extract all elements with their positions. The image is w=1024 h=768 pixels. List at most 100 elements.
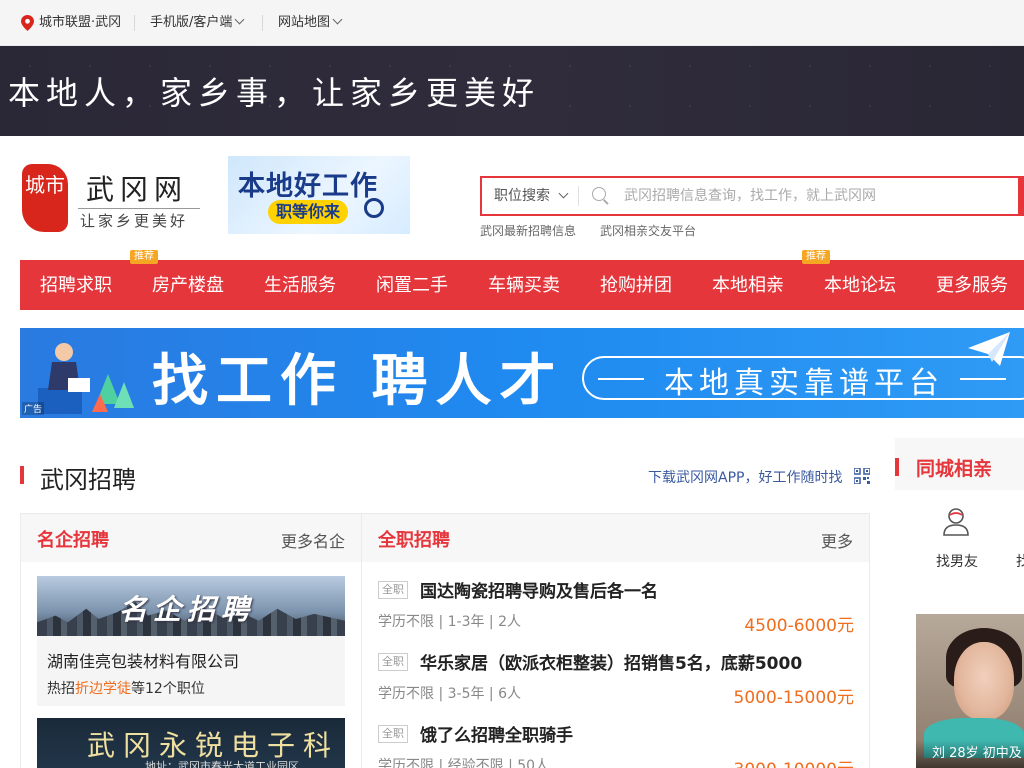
company-hot-jobs: 热招折边学徒等12个职位 [47, 678, 205, 698]
mobile-client-link[interactable]: 手机版/客户端 [150, 0, 245, 46]
nav-item-label: 本地论坛 [824, 275, 896, 296]
find-boyfriend-icon[interactable] [940, 505, 972, 537]
mobile-client-label: 手机版/客户端 [150, 15, 233, 30]
more-companies-link[interactable]: 更多名企 [281, 528, 345, 552]
find-girlfriend-link[interactable]: 找 [1016, 551, 1024, 571]
company-card-image-text: 名企招聘 [119, 593, 256, 626]
section-accent-bar [895, 458, 899, 476]
nav-item-dating[interactable]: 本地相亲 推荐 [712, 250, 830, 310]
ad-headline: 找工作 聘人才 [152, 349, 564, 414]
nav-item-label: 招聘求职 [40, 275, 112, 296]
job-ad-title: 本地好工作 [238, 171, 378, 202]
main-nav: 招聘求职 推荐 房产楼盘 生活服务 闲置二手 车辆买卖 抢购拼团 本地相亲 推荐 本… [20, 250, 1024, 310]
sitemap-link[interactable]: 网站地图 [278, 0, 343, 46]
search-box: 职位搜索 [480, 176, 1020, 216]
nav-item-vehicles[interactable]: 车辆买卖 [488, 260, 560, 310]
panel-header: 名企招聘 更多名企 [21, 514, 361, 562]
nav-item-housing[interactable]: 房产楼盘 [152, 260, 224, 310]
more-jobs-link[interactable]: 更多 [821, 528, 853, 552]
recruitment-ad-banner[interactable]: 找工作 聘人才 本地真实靠谱平台 广告 [20, 328, 1024, 418]
panel-title: 全职招聘 [378, 530, 450, 551]
hot-link-dating[interactable]: 武冈相亲交友平台 [600, 222, 696, 239]
hot-suffix: 等12个职位 [131, 681, 205, 697]
job-title[interactable]: 国达陶瓷招聘导购及售后各一名 [420, 577, 658, 602]
panel-header: 全职招聘 更多 [362, 514, 869, 562]
chevron-down-icon [234, 14, 245, 25]
company-card-2[interactable]: 武冈永锐电子科 地址：武冈市春光大道工业园区…… [37, 718, 345, 768]
panel-title: 名企招聘 [37, 530, 109, 551]
job-ad-banner[interactable]: 本地好工作 职等你来 [228, 156, 410, 234]
chevron-down-icon [332, 14, 343, 25]
nav-item-label: 本地相亲 [712, 275, 784, 296]
job-salary: 3000-10000元 [734, 755, 854, 768]
illustration-person-icon [38, 343, 134, 414]
hot-prefix: 热招 [47, 681, 75, 697]
ad-pill-text: 本地真实靠谱平台 [664, 366, 944, 401]
hot-job-link[interactable]: 折边学徒 [75, 681, 131, 697]
job-meta: 学历不限 | 1-3年 | 2人 [378, 614, 522, 630]
slogan-banner: 本地人，家乡事，让家乡更美好 [0, 46, 1024, 136]
search-button[interactable] [1018, 176, 1024, 216]
divider [598, 378, 644, 380]
ad-label: 广告 [22, 402, 45, 415]
nav-item-forum[interactable]: 本地论坛 [824, 260, 896, 310]
search-category-select[interactable]: 职位搜索 [494, 178, 569, 214]
company-name[interactable]: 湖南佳亮包装材料有限公司 [47, 648, 239, 672]
job-list-item[interactable]: 全职 饿了么招聘全职骑手 学历不限 | 经验不限 | 50人 3000-1000… [378, 721, 854, 768]
divider [578, 186, 579, 206]
city-alliance-link[interactable]: 城市联盟·武冈 [39, 0, 121, 46]
profile-caption: 刘 28岁 初中及 [932, 746, 1022, 761]
job-type-tag: 全职 [378, 581, 408, 599]
job-type-tag: 全职 [378, 725, 408, 743]
search-category-label: 职位搜索 [494, 188, 550, 204]
section-accent-bar [20, 466, 24, 484]
top-bar: 城市联盟·武冈 手机版/客户端 网站地图 [0, 0, 1024, 46]
nav-item-secondhand[interactable]: 闲置二手 [376, 260, 448, 310]
find-boyfriend-link[interactable]: 找男友 [936, 551, 978, 571]
site-logo-mark[interactable]: 城市 [22, 164, 68, 232]
site-logo-tagline: 让家乡更美好 [80, 212, 189, 230]
job-list-item[interactable]: 全职 国达陶瓷招聘导购及售后各一名 学历不限 | 1-3年 | 2人 4500-… [378, 577, 854, 639]
job-salary: 5000-15000元 [733, 688, 854, 708]
search-input[interactable] [624, 178, 1014, 214]
qr-code-icon[interactable] [854, 468, 870, 484]
company-card[interactable]: 名企招聘 湖南佳亮包装材料有限公司 热招折边学徒等12个职位 [37, 576, 345, 706]
job-ad-subtitle: 职等你来 [268, 200, 349, 224]
nav-item-label: 闲置二手 [376, 275, 448, 296]
famous-companies-panel: 名企招聘 更多名企 名企招聘 湖南佳亮包装材料有限公司 热招折边学徒等12个职位… [20, 513, 362, 768]
nav-item-label: 抢购拼团 [600, 275, 672, 296]
job-title[interactable]: 华乐家居（欧派衣柜整装）招销售5名，底薪5000 [420, 649, 802, 674]
nav-item-more[interactable]: 更多服务 [936, 260, 1008, 310]
fulltime-jobs-panel: 全职招聘 更多 全职 国达陶瓷招聘导购及售后各一名 学历不限 | 1-3年 | … [361, 513, 870, 768]
paper-plane-icon [968, 332, 1010, 366]
job-type-tag: 全职 [378, 653, 408, 671]
nav-item-label: 房产楼盘 [152, 275, 224, 296]
dating-title[interactable]: 同城相亲 [916, 454, 992, 481]
dating-profile-photo[interactable]: 刘 28岁 初中及 [916, 614, 1024, 768]
download-app-link[interactable]: 下载武冈网APP，好工作随时找 [648, 467, 842, 487]
sitemap-label: 网站地图 [278, 15, 331, 30]
nav-item-jobs[interactable]: 招聘求职 推荐 [40, 250, 158, 310]
nav-item-services[interactable]: 生活服务 [264, 260, 336, 310]
job-meta: 学历不限 | 3-5年 | 6人 [378, 686, 522, 702]
site-logo-name[interactable]: 武冈网 [86, 168, 188, 208]
magnifier-icon [364, 198, 384, 218]
nav-item-label: 生活服务 [264, 275, 336, 296]
section-title: 武冈招聘 [40, 466, 136, 494]
chevron-down-icon [558, 188, 569, 199]
company-card-image: 名企招聘 [37, 576, 345, 636]
slogan-text: 本地人，家乡事，让家乡更美好 [8, 74, 541, 112]
job-title[interactable]: 饿了么招聘全职骑手 [420, 721, 573, 746]
job-list-item[interactable]: 全职 华乐家居（欧派衣柜整装）招销售5名，底薪5000 学历不限 | 3-5年 … [378, 649, 854, 711]
nav-item-group-buy[interactable]: 抢购拼团 [600, 260, 672, 310]
divider [262, 15, 263, 31]
search-icon [592, 187, 606, 201]
nav-item-label: 更多服务 [936, 275, 1008, 296]
job-salary: 4500-6000元 [744, 616, 854, 636]
hot-link-jobs[interactable]: 武冈最新招聘信息 [480, 222, 576, 239]
divider [960, 378, 1006, 380]
location-pin-icon [21, 15, 34, 31]
logo-divider [78, 208, 200, 209]
job-meta: 学历不限 | 经验不限 | 50人 [378, 758, 550, 768]
divider [134, 15, 135, 31]
